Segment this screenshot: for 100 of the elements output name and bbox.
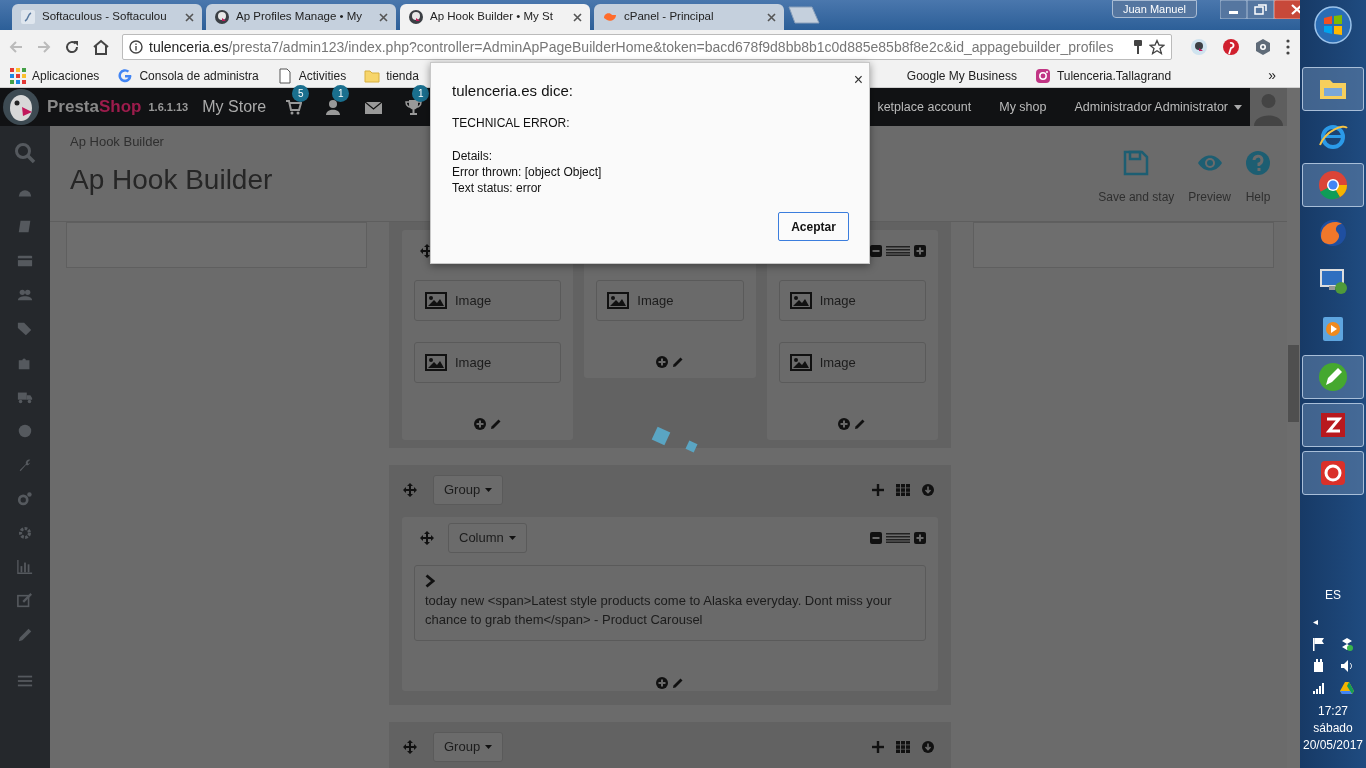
add-icon[interactable] [656, 356, 668, 368]
bookmark[interactable]: Tulenceria.Tallagrand [1034, 66, 1172, 85]
new-tab-icon[interactable] [788, 6, 820, 24]
home-icon[interactable] [92, 39, 110, 55]
taskbar-app[interactable] [1302, 451, 1364, 495]
browser-tab[interactable]: Ap Profiles Manage • My [206, 4, 396, 30]
help-icon [1245, 150, 1271, 176]
close-icon[interactable] [573, 12, 582, 22]
nav-link[interactable]: My shop [999, 97, 1047, 117]
grid-icon[interactable] [896, 484, 910, 496]
restore-icon[interactable] [1247, 0, 1274, 19]
camera-icon [1034, 67, 1051, 84]
box-icon[interactable] [1340, 637, 1354, 651]
chevron-icon [425, 574, 435, 588]
menu-icon[interactable] [1286, 39, 1290, 55]
admin-menu[interactable]: Administrador Administrator [1074, 97, 1242, 117]
folder-icon [364, 67, 381, 84]
plus-icon[interactable] [914, 532, 926, 544]
chart-icon[interactable] [17, 559, 33, 575]
nav-link[interactable]: ketplace account [877, 97, 972, 117]
version-label: 1.6.1.13 [148, 99, 189, 115]
grid-icon[interactable] [896, 741, 910, 753]
trophy-icon[interactable] [404, 98, 422, 116]
caret-icon [508, 536, 516, 540]
signal-icon[interactable] [1312, 681, 1326, 695]
browser-tab[interactable]: Ap Hook Builder • My St [400, 4, 590, 30]
brand-name: PrestaShop [47, 96, 142, 119]
download-icon[interactable] [922, 484, 934, 496]
close-icon[interactable] [379, 12, 388, 22]
close-button[interactable]: × [853, 68, 863, 92]
taskbar-app[interactable] [1302, 355, 1364, 399]
cogs-icon[interactable] [17, 491, 33, 507]
info-icon [129, 40, 143, 54]
tray-arrow[interactable]: ◂ [1312, 614, 1318, 629]
image-icon [789, 292, 812, 309]
add-icon[interactable] [473, 418, 486, 430]
cart-icon[interactable] [284, 98, 302, 116]
users-icon[interactable] [17, 287, 33, 303]
close-icon[interactable] [767, 12, 776, 22]
time-text: 17:27 [1318, 703, 1348, 720]
bookmark[interactable]: Activities [276, 66, 347, 85]
card-icon[interactable] [17, 253, 33, 269]
edit-icon[interactable] [17, 593, 33, 609]
add-icon[interactable] [838, 418, 851, 430]
widget-text: today new <span>Latest style products come to Alaska everyday. Dont miss your chance to grab them</span> - Product Carousel [425, 592, 893, 629]
reload-icon[interactable] [64, 39, 80, 55]
browser-tab[interactable]: Softaculous - Softaculou [12, 4, 202, 30]
pin-icon[interactable] [1222, 38, 1240, 56]
minus-icon[interactable] [870, 532, 882, 544]
bookmark[interactable]: Google My Business [906, 66, 1017, 85]
book-icon[interactable] [17, 219, 33, 235]
tags-icon[interactable] [17, 321, 33, 337]
taskbar-app[interactable] [1302, 403, 1364, 447]
pencil-icon[interactable] [672, 677, 684, 689]
accept-button[interactable]: Aceptar [778, 212, 849, 241]
day-text: sábado [1313, 720, 1353, 737]
star-icon[interactable] [1149, 39, 1165, 55]
url-text: tulenceria.es/presta7/admin123/index.php?controller=AdminApPageBuilderHome&token=bacd678f9d8bb8b1c0d885e85b8f8e2c&id_appagebuilder_profiles [149, 37, 1115, 57]
store-link[interactable]: My Store [202, 95, 267, 119]
address-bar[interactable]: tulenceria.es/presta7/admin123/index.php?controller=AdminApPageBuilderHome&token=bacd678f9d8bb8b1c0d885e85b8f8e2c&id_appagebuilder_profiles [122, 34, 1172, 60]
pencil-icon[interactable] [489, 418, 502, 430]
plus-icon[interactable] [872, 741, 884, 753]
image-icon [607, 292, 630, 309]
message-text: TECHNICAL ERROR: [452, 114, 571, 131]
flag-icon[interactable] [1312, 637, 1326, 651]
pencil-icon[interactable] [672, 356, 684, 368]
gear-icon[interactable] [17, 525, 33, 541]
plus-icon[interactable] [872, 484, 884, 496]
scrollbar[interactable] [1287, 88, 1300, 768]
bookmark[interactable]: tienda [364, 66, 419, 85]
download-icon[interactable] [922, 741, 934, 753]
key-icon[interactable] [1133, 39, 1143, 55]
bookmark[interactable]: Consola de administra [117, 66, 259, 85]
tab-title: Ap Profiles Manage • My [236, 9, 364, 25]
power-icon[interactable] [1312, 659, 1326, 673]
page-title: Ap Hook Builder [70, 162, 273, 197]
pencil-icon[interactable] [854, 418, 867, 430]
columns-icon[interactable] [886, 533, 910, 543]
pen-icon [1316, 360, 1350, 394]
speaker-icon[interactable] [1340, 659, 1354, 673]
language-indicator[interactable]: ES [1325, 586, 1341, 604]
taskbar-app[interactable] [1302, 67, 1364, 111]
user-name: Juan Manuel [1112, 0, 1197, 18]
minimize-icon[interactable] [1220, 0, 1247, 19]
eye-icon[interactable] [1254, 38, 1272, 56]
more-bookmarks[interactable]: » [1268, 65, 1276, 86]
search-icon[interactable] [14, 142, 36, 164]
clock[interactable]: 17:27 sábado 20/05/2017 [1302, 703, 1364, 754]
columns-icon[interactable] [886, 246, 910, 256]
wrench-icon[interactable] [17, 457, 33, 473]
close-icon[interactable] [185, 12, 194, 22]
tab-title: Ap Hook Builder • My St [430, 9, 554, 25]
triangle-icon[interactable] [1340, 681, 1354, 695]
browser-tab[interactable]: cPanel - Principal [594, 4, 784, 30]
start-icon[interactable] [1313, 5, 1353, 45]
user-icon[interactable] [324, 98, 342, 116]
plus-icon[interactable] [914, 245, 926, 257]
bookmark[interactable]: Aplicaciones [10, 66, 100, 85]
add-icon[interactable] [656, 677, 668, 689]
pencil-icon[interactable] [17, 627, 33, 643]
